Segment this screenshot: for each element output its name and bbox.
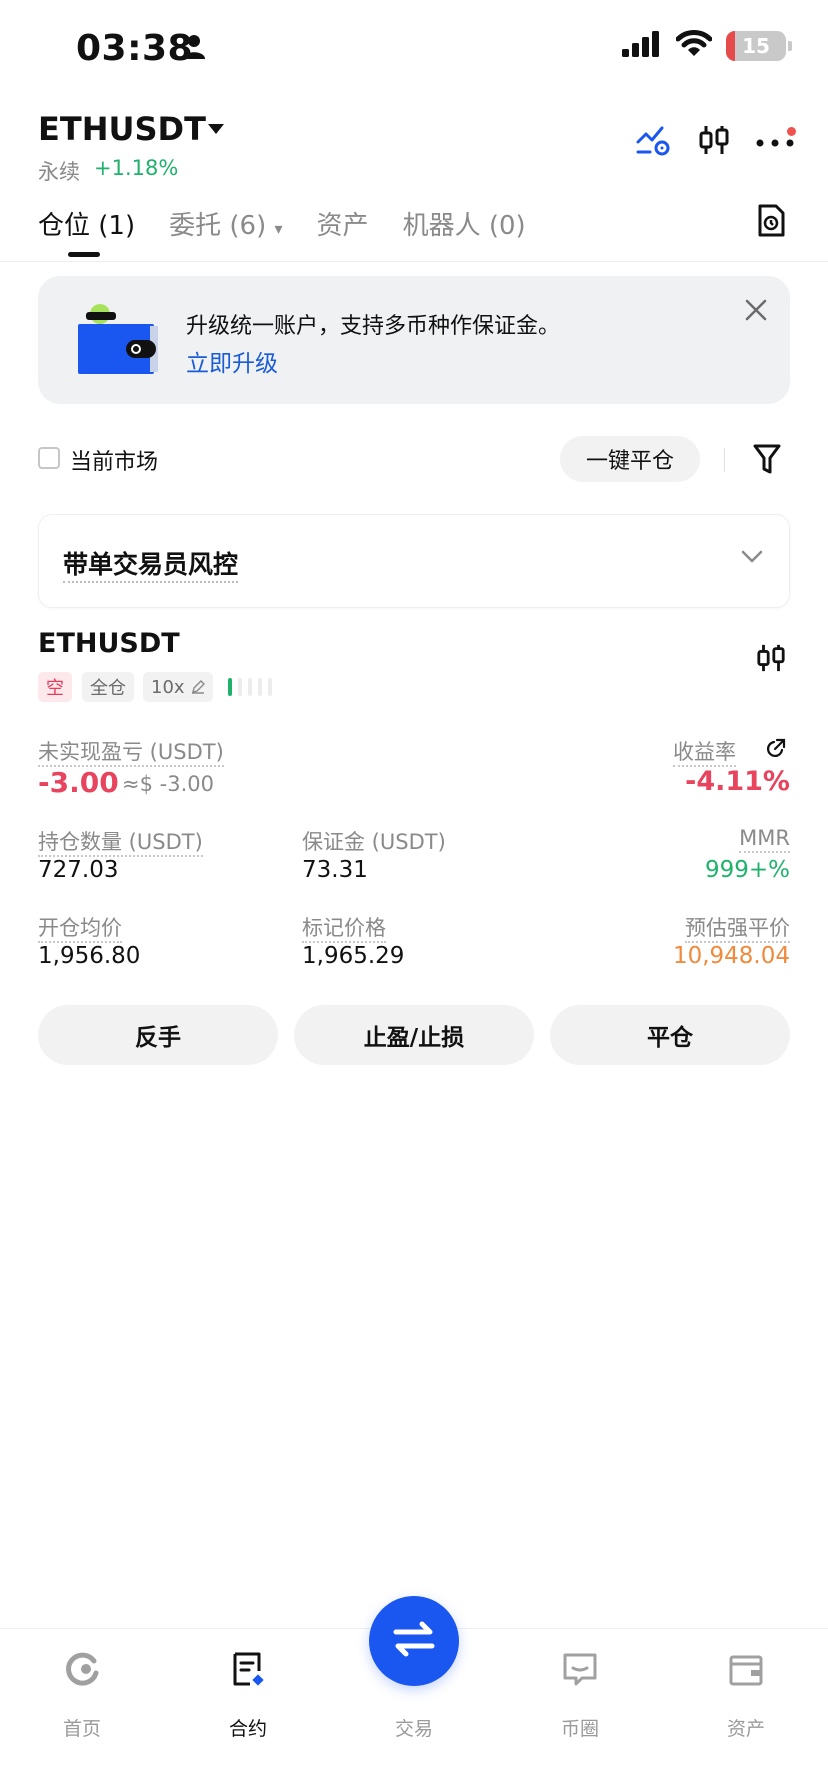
battery-percent: 15 [742, 34, 770, 58]
strategy-icon[interactable] [636, 124, 672, 160]
leverage-badge[interactable]: 10x [143, 672, 213, 702]
history-icon[interactable] [756, 204, 786, 242]
margin-label: 保证金 (USDT) [302, 830, 446, 854]
nav-home[interactable]: 首页 [32, 1646, 132, 1741]
tab-orders[interactable]: 委托 (6) ▾ [169, 205, 282, 242]
tab-bots[interactable]: 机器人 (0) [403, 205, 526, 242]
tab-positions[interactable]: 仓位 (1) [38, 205, 135, 242]
nav-feed[interactable]: 币圈 [530, 1646, 630, 1741]
notification-dot [787, 126, 796, 136]
chevron-down-icon[interactable] [741, 549, 763, 568]
chat-icon [530, 1646, 630, 1692]
risk-bar [268, 678, 272, 696]
caret-down-icon[interactable] [208, 124, 224, 134]
upgrade-banner[interactable]: 升级统一账户，支持多币种作保证金。 立即升级 [38, 276, 790, 404]
signal-icon [622, 31, 662, 61]
price-change: +1.18% [94, 156, 179, 180]
wifi-icon [675, 30, 713, 62]
edit-icon [191, 680, 205, 694]
divider [724, 448, 725, 472]
battery-icon: 15 [726, 31, 786, 61]
status-indicators: 15 [622, 30, 792, 62]
trader-risk-card[interactable]: 带单交易员风控 [38, 514, 790, 608]
mmr-value: 999+% [704, 857, 790, 883]
symbol-selector[interactable]: ETHUSDT [38, 110, 206, 148]
close-position-button[interactable]: 平仓 [550, 1005, 790, 1065]
liquidation-price-value: 10,948.04 [672, 943, 790, 969]
more-icon[interactable] [756, 126, 796, 152]
mark-price-label[interactable]: 标记价格 [302, 916, 386, 943]
person-icon [182, 34, 206, 64]
risk-bar [228, 678, 232, 696]
filter-icon[interactable] [752, 442, 782, 480]
divider [0, 261, 828, 262]
unrealized-pnl-usd: ≈$ -3.00 [122, 772, 214, 796]
risk-bar [258, 678, 262, 696]
margin-value: 73.31 [302, 857, 368, 883]
position-symbol[interactable]: ETHUSDT [38, 628, 180, 659]
header-actions [636, 124, 796, 160]
risk-bar [248, 678, 252, 696]
risk-level-meter [228, 678, 272, 696]
unrealized-pnl-value: -3.00 [38, 766, 119, 799]
nav-futures[interactable]: 合约 [198, 1646, 298, 1741]
position-tabs: 仓位 (1) 委托 (6) ▾ 资产 机器人 (0) [38, 205, 526, 242]
contract-type: 永续 [38, 160, 80, 184]
candlestick-icon[interactable] [698, 124, 730, 160]
current-market-label[interactable]: 当前市场 [70, 444, 158, 476]
mmr-label[interactable]: MMR [739, 826, 790, 853]
current-market-checkbox[interactable] [38, 447, 60, 469]
nav-assets[interactable]: 资产 [696, 1646, 796, 1741]
close-all-button[interactable]: 一键平仓 [560, 436, 700, 482]
close-icon[interactable] [744, 298, 768, 326]
risk-bar [238, 678, 242, 696]
unrealized-pnl-label[interactable]: 未实现盈亏 (USDT) [38, 740, 224, 767]
banner-text: 升级统一账户，支持多币种作保证金。 [186, 314, 561, 339]
wallet-illustration-icon [76, 304, 162, 380]
tpsl-button[interactable]: 止盈/止损 [294, 1005, 534, 1065]
nav-trade[interactable]: 交易 [364, 1646, 464, 1741]
margin-mode-badge: 全仓 [82, 672, 134, 702]
mark-price-value: 1,965.29 [302, 943, 405, 969]
risk-card-title: 带单交易员风控 [63, 545, 239, 583]
quantity-label[interactable]: 持仓数量 (USDT) [38, 830, 203, 857]
home-icon [32, 1646, 132, 1692]
wallet-icon [696, 1646, 796, 1692]
roi-value: -4.11% [685, 766, 790, 797]
quantity-value: 727.03 [38, 857, 119, 883]
candlestick-icon[interactable] [756, 642, 786, 678]
reverse-button[interactable]: 反手 [38, 1005, 278, 1065]
roi-label[interactable]: 收益率 [673, 740, 736, 767]
status-time: 03:38 [76, 28, 194, 69]
upgrade-link[interactable]: 立即升级 [186, 344, 278, 378]
tab-underline [68, 252, 100, 257]
entry-price-label[interactable]: 开仓均价 [38, 916, 122, 943]
liquidation-price-label[interactable]: 预估强平价 [685, 916, 790, 943]
side-badge: 空 [38, 672, 72, 702]
entry-price-value: 1,956.80 [38, 943, 141, 969]
tab-assets[interactable]: 资产 [317, 205, 369, 242]
share-icon[interactable] [764, 738, 786, 764]
futures-icon [198, 1646, 298, 1692]
